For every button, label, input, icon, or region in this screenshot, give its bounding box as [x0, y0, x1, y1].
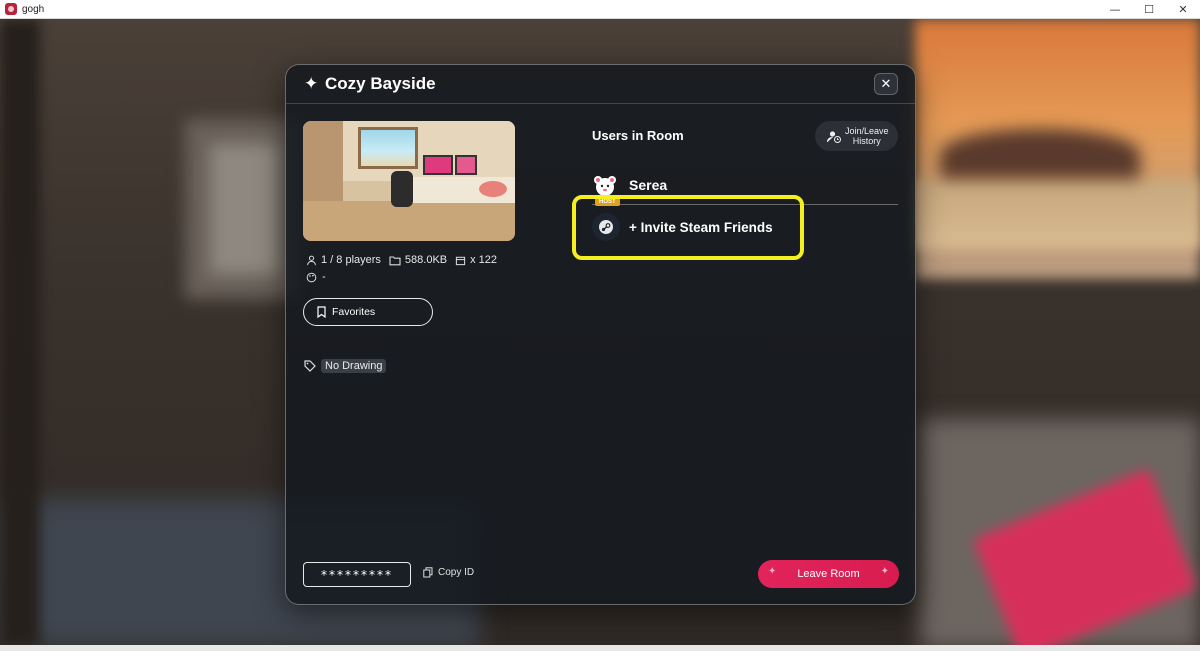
palette-row: -	[306, 271, 326, 283]
sparkle-icon: ✦	[880, 566, 889, 577]
modal-header: ✦ Cozy Bayside ✕	[286, 65, 915, 104]
window-controls: — ☐ ✕	[1098, 0, 1200, 19]
maximize-button[interactable]: ☐	[1132, 0, 1166, 19]
tag-row: No Drawing	[304, 359, 387, 373]
user-history-icon	[827, 130, 841, 143]
palette-icon	[306, 272, 317, 282]
leave-room-button[interactable]: ✦ Leave Room ✦	[758, 560, 899, 588]
tag-icon	[304, 360, 316, 372]
room-info-modal: ✦ Cozy Bayside ✕ 1 / 8 players 588.0KB x…	[285, 64, 916, 605]
room-meta: 1 / 8 players 588.0KB x 122	[306, 254, 505, 266]
room-size: 588.0KB	[389, 254, 447, 266]
steam-icon	[592, 213, 620, 241]
scene-sea	[915, 179, 1200, 249]
username: Serea	[629, 177, 668, 193]
room-thumbnail	[303, 121, 515, 241]
room-title: Cozy Bayside	[325, 74, 436, 93]
person-icon	[307, 255, 316, 265]
scene-picture	[210, 144, 280, 274]
window-titlebar: gogh — ☐ ✕	[0, 0, 1200, 19]
taskbar	[0, 645, 1200, 651]
tag-chip: No Drawing	[321, 359, 387, 373]
invite-label: + Invite Steam Friends	[629, 219, 773, 235]
item-count: x 122	[455, 254, 497, 266]
players-text: 1 / 8 players	[321, 254, 381, 266]
join-leave-history-button[interactable]: Join/Leave History	[815, 121, 898, 151]
history-label-line2: History	[852, 136, 881, 146]
window-close-button[interactable]: ✕	[1166, 0, 1200, 19]
favorites-label: Favorites	[332, 306, 376, 318]
player-count: 1 / 8 players	[306, 254, 381, 266]
window-title: gogh	[22, 3, 45, 15]
app-icon	[5, 3, 17, 15]
sparkle-icon: ✦	[304, 74, 319, 94]
favorites-button[interactable]: Favorites	[303, 298, 433, 326]
count-text: x 122	[470, 254, 498, 266]
room-id-field[interactable]: *********	[303, 562, 411, 587]
users-title: Users in Room	[592, 128, 684, 143]
copy-icon	[423, 567, 433, 578]
size-text: 588.0KB	[404, 254, 448, 266]
folder-icon	[389, 255, 401, 265]
invite-steam-friends-button[interactable]: + Invite Steam Friends	[592, 212, 792, 242]
palette-value: -	[322, 271, 326, 283]
bookmark-icon	[317, 306, 326, 318]
close-icon: ✕	[880, 76, 892, 92]
history-label: Join/Leave History	[845, 126, 889, 146]
modal-close-button[interactable]: ✕	[874, 73, 898, 95]
copy-id-button[interactable]: Copy ID	[423, 567, 474, 578]
leave-room-label: Leave Room	[797, 568, 860, 580]
copy-id-label: Copy ID	[438, 567, 475, 578]
history-label-line1: Join/Leave	[845, 126, 889, 136]
scene-shelf	[0, 19, 40, 647]
sparkle-icon: ✦	[768, 566, 777, 577]
box-icon	[455, 256, 466, 265]
scene-island	[940, 129, 1140, 179]
minimize-button[interactable]: —	[1098, 0, 1132, 19]
